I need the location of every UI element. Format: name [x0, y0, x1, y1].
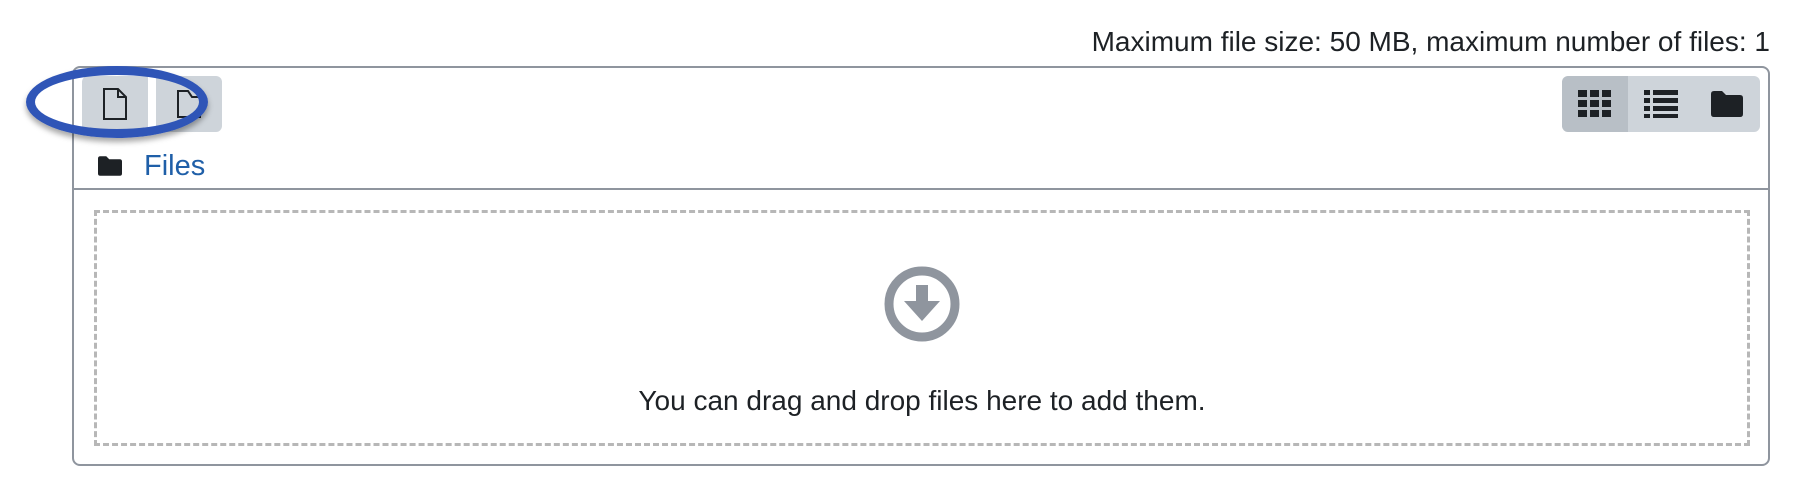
folder-icon [1711, 91, 1743, 117]
file-manager: Files You can drag and drop files here t… [72, 66, 1770, 466]
create-folder-button[interactable] [156, 76, 222, 132]
arrow-circle-down-icon [884, 266, 960, 342]
divider [74, 188, 1768, 190]
breadcrumb: Files [98, 148, 205, 184]
toolbar-actions [82, 76, 222, 132]
file-picker-page: Maximum file size: 50 MB, maximum number… [0, 0, 1796, 494]
file-drop-zone[interactable]: You can drag and drop files here to add … [94, 210, 1750, 446]
file-icon [103, 88, 127, 120]
view-icons-button[interactable] [1562, 76, 1628, 132]
list-icon [1644, 90, 1678, 118]
folder-outline-icon [177, 90, 201, 118]
breadcrumb-files-link[interactable]: Files [144, 150, 205, 183]
view-toggle-group [1562, 76, 1760, 132]
add-file-button[interactable] [82, 76, 148, 132]
grid-icon [1578, 90, 1611, 117]
file-manager-toolbar [74, 68, 1768, 138]
drop-zone-message: You can drag and drop files here to add … [638, 385, 1206, 416]
view-list-button[interactable] [1628, 76, 1694, 132]
view-tree-button[interactable] [1694, 76, 1760, 132]
file-limits-text: Maximum file size: 50 MB, maximum number… [1091, 26, 1770, 57]
folder-icon [98, 156, 122, 176]
